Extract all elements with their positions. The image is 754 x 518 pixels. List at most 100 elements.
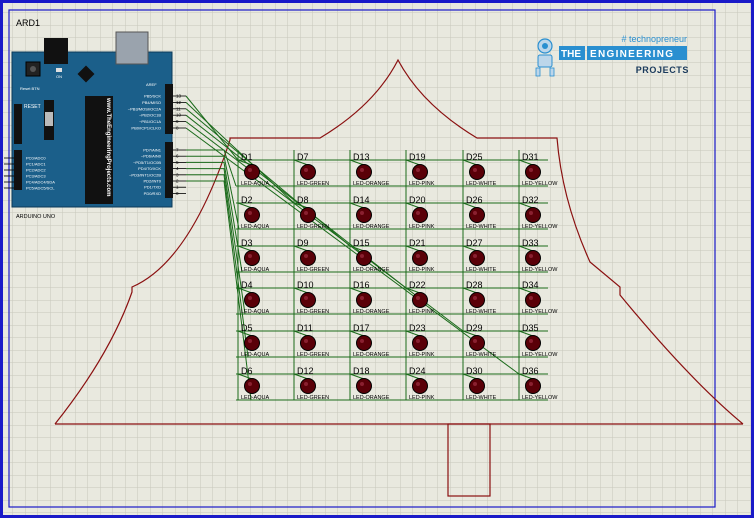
board-website: www.TheEngineeringProjects.com (105, 97, 111, 196)
led-type-label: LED-PINK (409, 395, 435, 401)
led-designator: D31 (522, 152, 539, 162)
led-shine (529, 254, 533, 258)
led-designator: D12 (297, 366, 314, 376)
led-shine (304, 254, 308, 258)
led-designator: D17 (353, 323, 370, 333)
led-shine (473, 296, 477, 300)
pin-label: ~PD3/INT1/OC2B (129, 172, 161, 177)
led-shine (360, 339, 364, 343)
led-designator: D11 (297, 323, 313, 333)
led-body (356, 335, 372, 351)
led-designator: D8 (297, 195, 309, 205)
led-type-label: LED-ORANGE (353, 267, 390, 273)
led-shine (360, 211, 364, 215)
led-shine (304, 339, 308, 343)
led-shine (360, 254, 364, 258)
led-shine (529, 211, 533, 215)
on-led (56, 68, 62, 72)
led-type-label: LED-GREEN (297, 224, 329, 230)
left-header-top (14, 104, 22, 144)
led-type-label: LED-YELLOW (522, 352, 558, 358)
led-body (412, 207, 428, 223)
led-shine (416, 339, 420, 343)
led-body (244, 250, 260, 266)
led-type-label: LED-AQUA (241, 395, 269, 401)
led-body (525, 207, 541, 223)
led-designator: D18 (353, 366, 370, 376)
led-body (356, 164, 372, 180)
power-jack (44, 38, 68, 64)
led-designator: D29 (466, 323, 483, 333)
led-type-label: LED-ORANGE (353, 352, 390, 358)
led-type-label: LED-YELLOW (522, 224, 558, 230)
led-shine (304, 382, 308, 386)
led-body (469, 378, 485, 394)
pin-label: PB4/MISO (142, 100, 161, 105)
led-type-label: LED-WHITE (466, 267, 497, 273)
led-shine (416, 211, 420, 215)
led-type-label: LED-WHITE (466, 395, 497, 401)
pin-label: PC2/ADC2 (26, 168, 46, 173)
led-body (469, 164, 485, 180)
logo-tagline: # technopreneur (621, 34, 687, 44)
led-shine (529, 339, 533, 343)
on-label: ON (56, 74, 62, 79)
led-type-label: LED-ORANGE (353, 309, 390, 315)
led-shine (416, 382, 420, 386)
led-body (469, 335, 485, 351)
led-designator: D15 (353, 238, 370, 248)
led-designator: D5 (241, 323, 253, 333)
pin-label: ~PB2/OC1B (139, 113, 161, 118)
led-body (300, 335, 316, 351)
pin-label: ~PD6/AIN0 (141, 154, 162, 159)
led-type-label: LED-YELLOW (522, 395, 558, 401)
led-designator: D27 (466, 238, 483, 248)
led-body (412, 378, 428, 394)
led-shine (473, 211, 477, 215)
led-body (469, 207, 485, 223)
aref-label: AREF (146, 82, 157, 87)
led-body (300, 250, 316, 266)
right-header-top (165, 84, 173, 134)
pin-label: PD2/INT0 (143, 179, 161, 184)
led-body (356, 292, 372, 308)
logo-line2: PROJECTS (636, 65, 689, 75)
led-designator: D35 (522, 323, 539, 333)
led-type-label: LED-YELLOW (522, 309, 558, 315)
led-type-label: LED-ORANGE (353, 395, 390, 401)
led-body (412, 335, 428, 351)
led-body (356, 250, 372, 266)
pin-label: PD0/RXD (144, 191, 161, 196)
led-type-label: LED-AQUA (241, 224, 269, 230)
schematic-canvas[interactable]: D1 LED-AQUA D2 LED-AQUA D3 LED-AQUA D4 LED-AQUA… (0, 0, 754, 518)
led-shine (529, 296, 533, 300)
led-type-label: LED-PINK (409, 267, 435, 273)
led-shine (360, 168, 364, 172)
logo-line1-a: THE (561, 49, 581, 60)
led-shine (416, 296, 420, 300)
led-shine (304, 211, 308, 215)
led-shine (304, 168, 308, 172)
pin-label: PC0/ADC0 (26, 156, 46, 161)
led-type-label: LED-AQUA (241, 267, 269, 273)
led-body (525, 250, 541, 266)
led-designator: D1 (241, 152, 253, 162)
led-designator: D34 (522, 280, 539, 290)
pin-label: PD4/T0/XCK (138, 166, 161, 171)
led-shine (248, 254, 252, 258)
led-designator: D28 (466, 280, 483, 290)
led-type-label: LED-GREEN (297, 267, 329, 273)
led-designator: D32 (522, 195, 539, 205)
led-body (412, 292, 428, 308)
led-shine (473, 168, 477, 172)
pin-label: PD7/AIN1 (143, 148, 162, 153)
led-type-label: LED-PINK (409, 352, 435, 358)
reset-label: RESET (24, 104, 41, 110)
led-designator: D24 (409, 366, 426, 376)
led-designator: D36 (522, 366, 539, 376)
led-type-label: LED-WHITE (466, 224, 497, 230)
led-shine (529, 168, 533, 172)
reset-btn-label: Reset BTN (20, 86, 40, 91)
led-body (525, 378, 541, 394)
led-body (244, 207, 260, 223)
